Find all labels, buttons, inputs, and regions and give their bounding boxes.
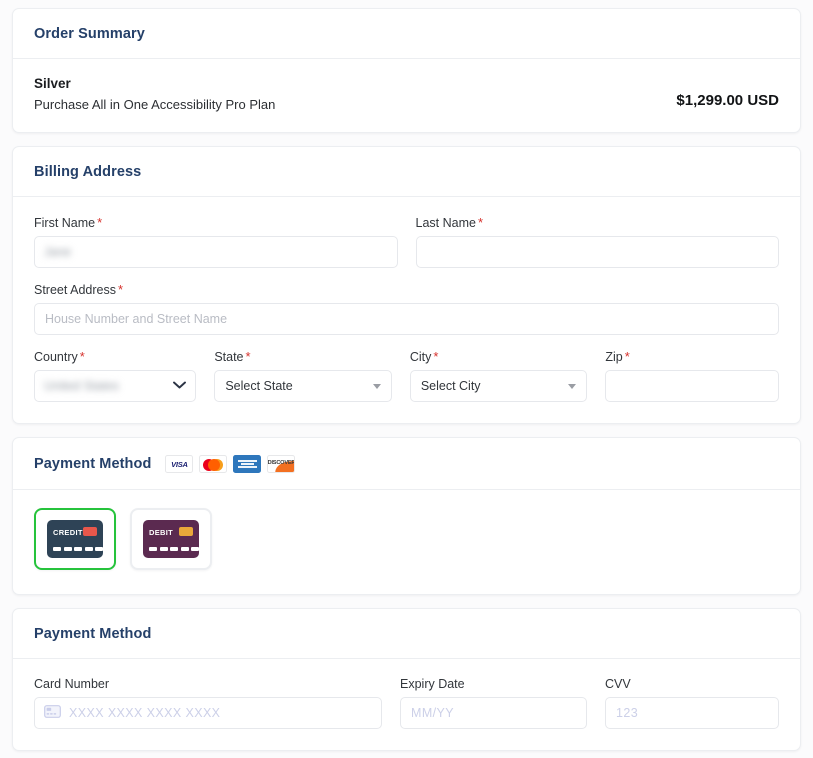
first-name-label: First Name* [34,215,398,230]
street-address-label: Street Address* [34,282,779,297]
name-row: First Name* Jane Last Name* [34,215,779,268]
last-name-input[interactable] [416,236,780,268]
location-row: Country* United States Stat [34,349,779,402]
street-address-input[interactable] [34,303,779,335]
debit-card-stripes [149,547,199,551]
last-name-label: Last Name* [416,215,780,230]
card-type-options: CREDIT DEBIT [34,508,779,570]
credit-card-label: CREDIT [53,528,83,537]
payment-details-card: Payment Method Card Number [12,608,801,751]
required-asterisk: * [97,215,102,230]
order-total-price: $1,299.00 USD [676,76,779,109]
billing-address-title: Billing Address [34,164,141,180]
required-asterisk: * [478,215,483,230]
zip-label: Zip* [605,349,779,364]
state-select-wrap[interactable]: Select State [214,370,392,402]
debit-card-chip [179,527,193,536]
card-details-row: Card Number [34,677,779,729]
card-number-input[interactable] [34,697,382,729]
amex-bar [241,463,254,465]
amex-bar [238,460,257,462]
cvv-field-group: CVV [605,677,779,729]
credit-card-chip [83,527,97,536]
country-select-wrap[interactable]: United States [34,370,196,402]
visa-logo-text: VISA [171,460,188,469]
payment-details-header: Payment Method [13,609,800,659]
zip-label-text: Zip [605,350,622,364]
city-label-text: City [410,350,432,364]
plan-name: Silver [34,76,275,91]
state-label: State* [214,349,392,364]
city-select[interactable]: Select City [410,370,588,402]
city-field-group: City* Select City [410,349,588,402]
debit-card-graphic: DEBIT [143,520,199,558]
payment-details-title: Payment Method [34,626,151,642]
payment-method-select-header: Payment Method VISA DISCOVER [13,438,800,490]
expiry-date-field-group: Expiry Date [400,677,587,729]
checkout-page: Order Summary Silver Purchase All in One… [0,0,813,751]
required-asterisk: * [433,349,438,364]
plan-description: Purchase All in One Accessibility Pro Pl… [34,97,275,112]
zip-input[interactable] [605,370,779,402]
order-summary-card: Order Summary Silver Purchase All in One… [12,8,801,133]
country-field-group: Country* United States [34,349,196,402]
country-redacted-value: United States [44,379,119,393]
order-summary-header: Order Summary [13,9,800,59]
billing-address-card: Billing Address First Name* Jane Last Na… [12,146,801,424]
card-type-option-debit[interactable]: DEBIT [130,508,212,570]
street-address-label-text: Street Address [34,283,116,297]
payment-method-select-body: CREDIT DEBIT [13,490,800,594]
required-asterisk: * [80,349,85,364]
first-name-redacted-value: Jane [44,245,71,259]
first-name-input[interactable] [34,236,398,268]
credit-card-stripes [53,547,103,551]
city-label: City* [410,349,588,364]
credit-card-graphic: CREDIT [47,520,103,558]
order-summary-body: Silver Purchase All in One Accessibility… [13,59,800,132]
required-asterisk: * [246,349,251,364]
card-number-label: Card Number [34,677,382,691]
state-label-text: State [214,350,243,364]
street-address-row: Street Address* [34,282,779,335]
order-line-item: Silver Purchase All in One Accessibility… [34,76,275,112]
state-field-group: State* Select State [214,349,392,402]
required-asterisk: * [118,282,123,297]
payment-method-select-title: Payment Method [34,456,151,472]
card-number-input-wrap [34,697,382,729]
payment-method-select-card: Payment Method VISA DISCOVER [12,437,801,595]
first-name-input-wrap: Jane [34,236,398,268]
last-name-label-text: Last Name [416,216,476,230]
expiry-date-label: Expiry Date [400,677,587,691]
discover-logo-text: DISCOVER [268,460,296,466]
first-name-label-text: First Name [34,216,95,230]
cvv-label: CVV [605,677,779,691]
card-number-field-group: Card Number [34,677,382,729]
debit-card-label: DEBIT [149,528,173,537]
visa-logo-icon: VISA [165,455,193,473]
country-label: Country* [34,349,196,364]
city-select-wrap[interactable]: Select City [410,370,588,402]
card-type-option-credit[interactable]: CREDIT [34,508,116,570]
zip-field-group: Zip* [605,349,779,402]
discover-logo-icon: DISCOVER [267,455,295,473]
payment-details-body: Card Number [13,659,800,750]
expiry-date-input[interactable] [400,697,587,729]
mastercard-logo-icon [199,455,227,473]
state-select[interactable]: Select State [214,370,392,402]
cvv-input[interactable] [605,697,779,729]
street-address-field-group: Street Address* [34,282,779,335]
amex-bar [238,466,257,468]
page-title: Order Summary [34,26,145,42]
first-name-field-group: First Name* Jane [34,215,398,268]
country-label-text: Country [34,350,78,364]
billing-address-header: Billing Address [13,147,800,197]
amex-logo-icon [233,455,261,473]
billing-address-body: First Name* Jane Last Name* [13,197,800,423]
last-name-field-group: Last Name* [416,215,780,268]
required-asterisk: * [625,349,630,364]
accepted-card-brands: VISA DISCOVER [165,455,295,473]
